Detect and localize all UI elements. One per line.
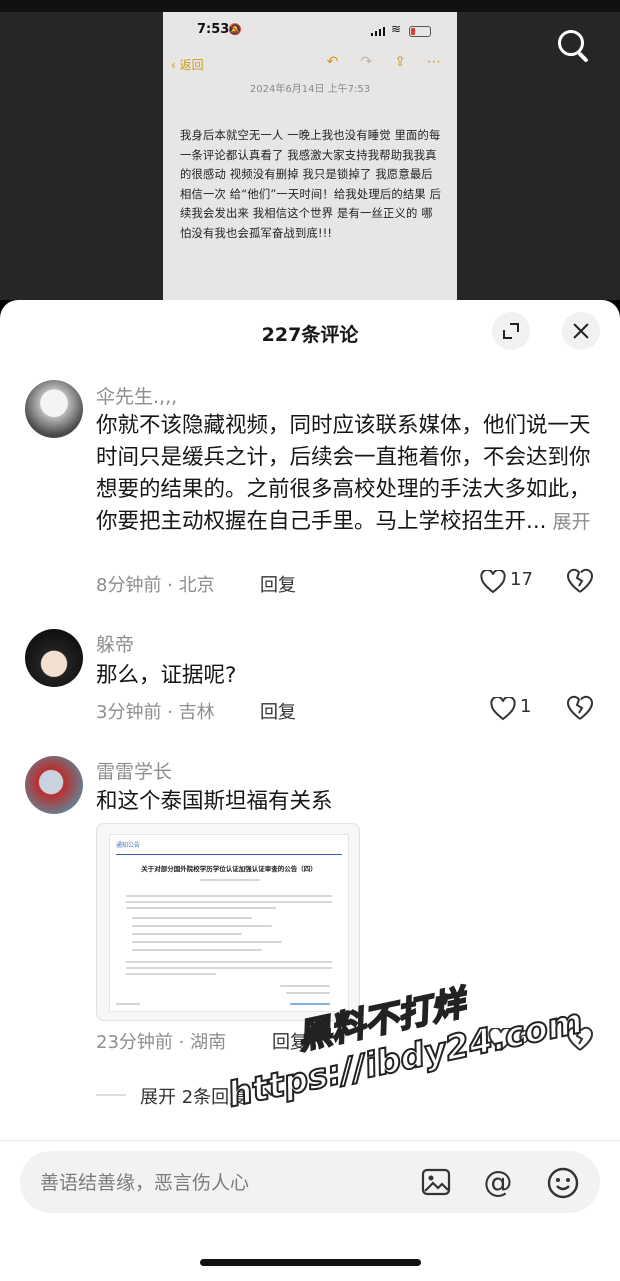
dislike-button[interactable] xyxy=(566,568,594,596)
comments-sheet: 227条评论 伞先生.,,, 你就不该隐藏视频，同时应该联系媒体，他们说一天时间… xyxy=(0,300,620,1280)
doc-header: 通知公告 xyxy=(116,842,141,849)
redo-icon: ↷ xyxy=(360,54,373,70)
like-button[interactable]: 1 xyxy=(490,695,550,723)
expand-replies-button[interactable]: 展开 2条回复 xyxy=(0,1081,620,1111)
comment-meta: 3分钟前 · 吉林 xyxy=(96,702,215,723)
screenshot-time: 7:53 xyxy=(197,22,230,37)
video-area[interactable]: 7:53 🔕 ≋ ‹ 返回 ↶ ↷ ⇪ ⋯ 2024年6月14日 上午7:53 … xyxy=(0,0,620,312)
chevron-down-icon xyxy=(263,1081,279,1097)
dislike-button[interactable] xyxy=(566,1026,594,1054)
like-count: 1 xyxy=(520,696,532,717)
comment-input[interactable] xyxy=(38,1151,402,1215)
doc-title: 关于对部分国外院校学历学位认证加强认证审查的公告（四） xyxy=(141,865,317,873)
broken-heart-icon xyxy=(566,568,594,593)
comment-input-bar: @ xyxy=(0,1140,620,1281)
image-icon[interactable] xyxy=(420,1166,452,1198)
like-count: 6 xyxy=(518,1027,530,1048)
undo-icon: ↶ xyxy=(326,54,339,70)
reply-button[interactable]: 回复 xyxy=(272,1028,308,1054)
broken-heart-icon xyxy=(566,695,594,720)
close-button[interactable] xyxy=(562,312,600,350)
note-date: 2024年6月14日 上午7:53 xyxy=(249,84,371,95)
share-icon: ⇪ xyxy=(394,54,407,70)
avatar[interactable] xyxy=(25,380,83,438)
screenshot-nav: ‹ 返回 ↶ ↷ ⇪ ⋯ xyxy=(163,52,457,78)
avatar[interactable] xyxy=(25,629,83,687)
like-button[interactable]: 17 xyxy=(480,568,540,596)
expand-replies-label: 展开 2条回复 xyxy=(140,1087,248,1108)
screenshot-toolbar: ↶ ↷ ⇪ ⋯ xyxy=(314,54,445,70)
reply-button[interactable]: 回复 xyxy=(260,571,296,597)
screenshot-back: ‹ 返回 xyxy=(171,58,204,72)
heart-icon xyxy=(490,697,516,721)
signal-icon xyxy=(371,27,385,36)
comment-username[interactable]: 躲帝 xyxy=(96,630,134,657)
comment-text: 那么，证据呢? xyxy=(96,663,237,688)
more-icon: ⋯ xyxy=(427,54,441,70)
comment-username[interactable]: 雷雷学长 xyxy=(96,757,172,784)
comment-username[interactable]: 伞先生.,,, xyxy=(96,382,177,409)
top-strip xyxy=(0,0,620,12)
comment-text: 和这个泰国斯坦福有关系 xyxy=(96,789,333,814)
comment-meta: 8分钟前 · 北京 xyxy=(96,575,215,596)
battery-icon xyxy=(409,26,431,37)
comment-meta: 23分钟前 · 湖南 xyxy=(96,1032,227,1053)
expand-text-link[interactable]: 展开 xyxy=(553,511,591,533)
comment-input-container: @ xyxy=(20,1151,600,1215)
comment-image-attachment[interactable]: 通知公告 关于对部分国外院校学历学位认证加强认证审查的公告（四） xyxy=(96,823,360,1021)
document-preview: 通知公告 关于对部分国外院校学历学位认证加强认证审查的公告（四） xyxy=(109,834,349,1012)
heart-icon xyxy=(488,1028,514,1052)
mention-icon[interactable]: @ xyxy=(482,1166,514,1198)
screenshot-back-label: 返回 xyxy=(179,58,204,72)
comment-text: 你就不该隐藏视频，同时应该联系媒体，他们说一天时间只是缓兵之计，后续会一直拖着你… xyxy=(96,410,596,538)
dislike-button[interactable] xyxy=(566,695,594,723)
avatar[interactable] xyxy=(25,756,83,814)
broken-heart-icon xyxy=(566,1026,594,1051)
emoji-icon[interactable] xyxy=(546,1166,579,1199)
reply-button[interactable]: 回复 xyxy=(260,698,296,724)
wifi-icon: ≋ xyxy=(391,22,402,36)
divider xyxy=(96,1094,126,1096)
like-button[interactable]: 6 xyxy=(488,1026,548,1054)
like-count: 17 xyxy=(510,569,533,590)
search-icon[interactable] xyxy=(554,26,594,66)
video-screenshot: 7:53 🔕 ≋ ‹ 返回 ↶ ↷ ⇪ ⋯ 2024年6月14日 上午7:53 … xyxy=(163,12,457,312)
home-indicator xyxy=(200,1259,421,1266)
heart-icon xyxy=(480,570,506,594)
bell-muted-icon: 🔕 xyxy=(228,23,242,36)
screenshot-status-bar: 7:53 🔕 ≋ xyxy=(163,22,457,44)
fullscreen-button[interactable] xyxy=(492,312,530,350)
note-text: 我身后本就空无一人 一晚上我也没有睡觉 里面的每一条评论都认真看了 我感激大家支… xyxy=(180,129,442,240)
comment-body: 你就不该隐藏视频，同时应该联系媒体，他们说一天时间只是缓兵之计，后续会一直拖着你… xyxy=(96,413,591,534)
